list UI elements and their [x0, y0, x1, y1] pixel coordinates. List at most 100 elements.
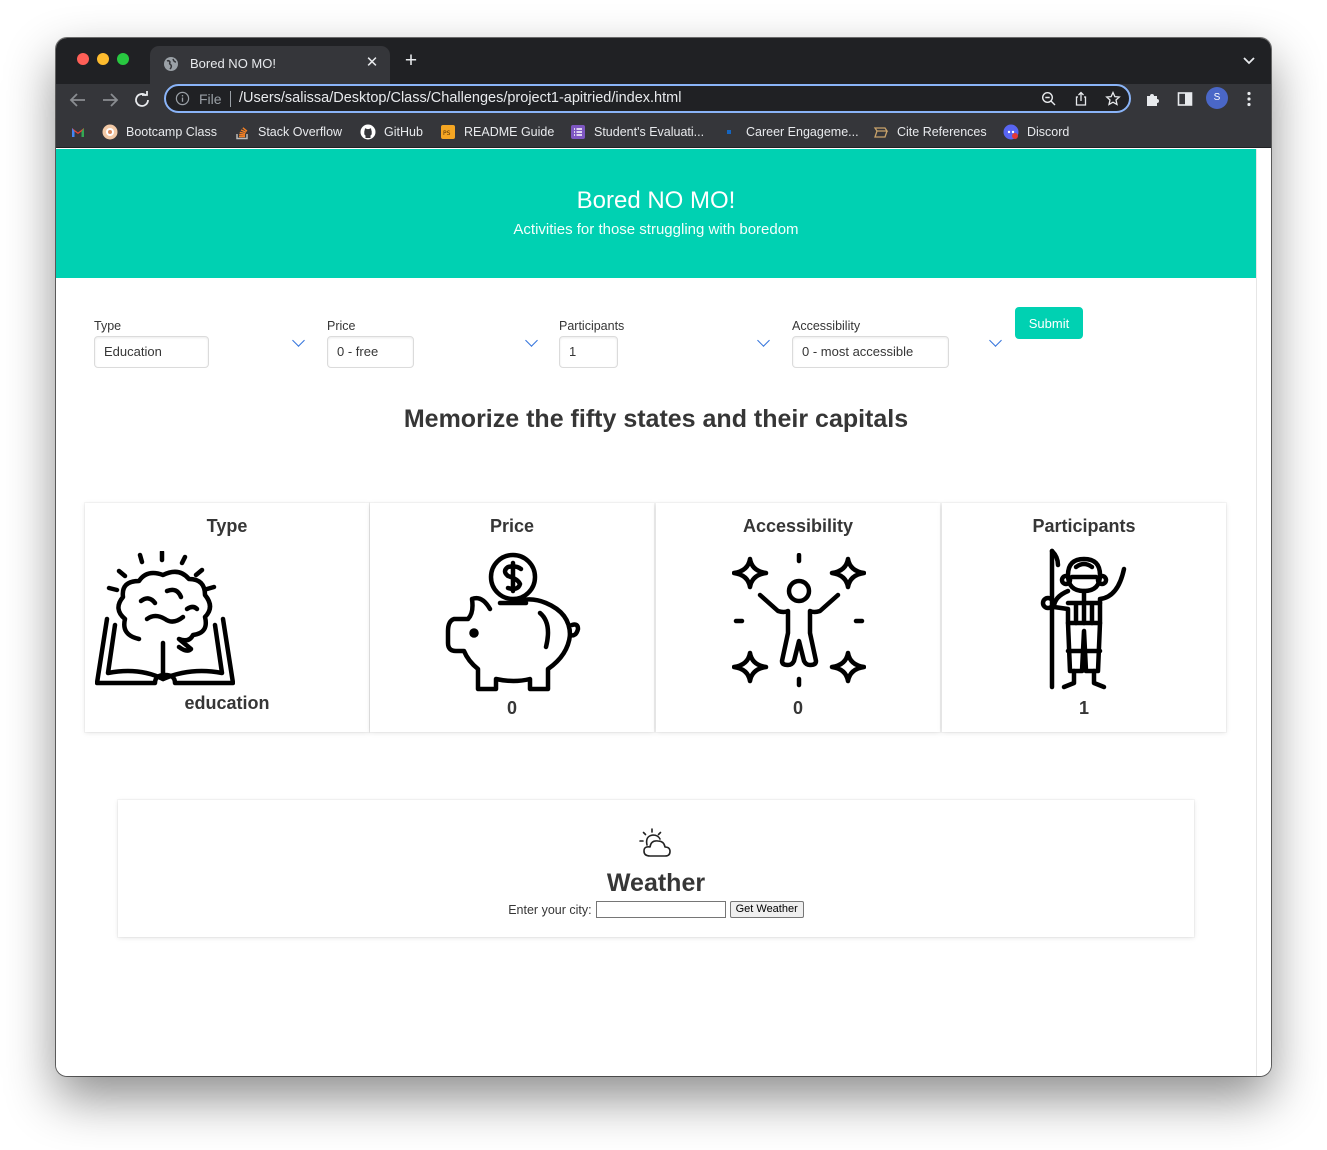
participants-card-value: 1 [1078, 698, 1089, 718]
type-select[interactable]: Education [94, 336, 209, 368]
bookmark-label: Stack Overflow [258, 125, 343, 139]
bookmark-students-evaluation[interactable]: Student's Evaluati... [570, 122, 704, 142]
bookmark-label: Career Engageme... [746, 125, 859, 139]
url-text[interactable]: /Users/salissa/Desktop/Class/Challenges/… [239, 90, 681, 106]
minimize-window-button[interactable] [97, 53, 109, 65]
zoom-out-icon[interactable] [1041, 91, 1057, 107]
tab-close-icon[interactable]: ✕ [362, 53, 382, 73]
svg-text:PS: PS [443, 130, 451, 137]
bookmark-label: GitHub [384, 125, 423, 139]
partly-cloudy-icon [639, 828, 671, 857]
type-card: Type education [85, 503, 369, 732]
address-bar[interactable]: File /Users/salissa/Desktop/Class/Challe… [164, 84, 1131, 113]
info-icon[interactable] [175, 91, 190, 106]
type-card-value: education [184, 693, 270, 713]
astronaut-icon [1040, 548, 1127, 690]
close-window-button[interactable] [77, 53, 89, 65]
tab-title: Bored NO MO! [190, 56, 276, 71]
new-tab-button[interactable]: + [400, 50, 422, 72]
price-card: Price 0 [370, 503, 654, 732]
price-chevron-down-icon[interactable] [525, 334, 538, 347]
hero-banner: Bored NO MO! Activities for those strugg… [56, 149, 1256, 278]
participants-label: Participants [559, 319, 625, 333]
city-label: Enter your city: [508, 902, 592, 917]
bookmark-label: Cite References [897, 125, 987, 139]
bookmark-label: README Guide [464, 125, 555, 139]
tab-strip: Bored NO MO! ✕ + [56, 38, 1271, 84]
more-menu-icon[interactable] [1240, 90, 1258, 108]
profile-avatar[interactable]: S [1206, 87, 1228, 109]
back-arrow-icon[interactable] [67, 89, 89, 111]
tab-bored-no-mo[interactable]: Bored NO MO! ✕ [150, 46, 390, 84]
accessibility-card: Accessibility 0 [656, 503, 940, 732]
price-label: Price [327, 319, 356, 333]
price-field: Price 0 - free [327, 319, 414, 368]
page-subtitle: Activities for those struggling with bor… [513, 221, 799, 238]
career-icon [727, 130, 731, 134]
weather-title: Weather [606, 869, 706, 897]
price-card-value: 0 [506, 698, 517, 718]
globe-icon [164, 57, 178, 71]
price-select[interactable]: 0 - free [327, 336, 414, 368]
github-icon [360, 124, 376, 140]
bootcamp-icon [102, 124, 118, 140]
accessibility-chevron-down-icon[interactable] [989, 334, 1002, 347]
page-title: Bored NO MO! [576, 187, 736, 214]
reload-icon[interactable] [131, 89, 153, 111]
tab-search-chevron-icon[interactable] [1241, 52, 1257, 68]
accessibility-field: Accessibility 0 - most accessible [792, 319, 949, 368]
bookmark-label: Discord [1027, 125, 1070, 139]
accessibility-card-title: Accessibility [742, 516, 854, 536]
browser-window: Bored NO MO! ✕ + File /Users/salissa/Des… [56, 38, 1271, 1076]
share-icon[interactable] [1073, 91, 1089, 107]
participants-select[interactable]: 1 [559, 336, 618, 368]
cite-icon [873, 127, 889, 138]
browser-toolbar: File /Users/salissa/Desktop/Class/Challe… [56, 84, 1271, 117]
type-label: Type [94, 319, 122, 333]
participants-chevron-down-icon[interactable] [757, 334, 770, 347]
type-chevron-down-icon[interactable] [292, 334, 305, 347]
type-field: Type Education [94, 319, 209, 368]
sparkle-person-icon [732, 553, 866, 688]
bookmark-github[interactable]: GitHub [360, 122, 423, 142]
readme-icon: PS [441, 125, 455, 139]
submit-button[interactable]: Submit [1015, 307, 1083, 339]
bookmark-star-icon[interactable] [1105, 91, 1121, 107]
bookmark-bootcamp-class[interactable]: Bootcamp Class [102, 122, 217, 142]
bookmark-cite-references[interactable]: Cite References [873, 122, 987, 142]
bookmark-career-engagement[interactable]: Career Engageme... [722, 122, 859, 142]
gmail-icon [72, 128, 84, 137]
forward-arrow-icon[interactable] [99, 89, 121, 111]
page-viewport: Bored NO MO! Activities for those strugg… [56, 149, 1256, 1076]
bookmark-gmail[interactable] [70, 122, 86, 142]
participants-card: Participants 1 [942, 503, 1226, 732]
url-scheme-label: File [199, 91, 222, 107]
type-card-title: Type [206, 516, 248, 536]
weather-form: Enter your city: Get Weather [118, 901, 1194, 918]
bookmark-label: Student's Evaluati... [594, 125, 705, 139]
bookmark-label: Bootcamp Class [126, 125, 218, 139]
url-separator [230, 91, 231, 107]
accessibility-card-value: 0 [792, 698, 803, 718]
get-weather-button[interactable]: Get Weather [729, 901, 804, 918]
participants-card-title: Participants [1032, 516, 1136, 536]
city-input[interactable] [595, 901, 726, 918]
side-panel-icon[interactable] [1176, 90, 1194, 108]
activity-title: Memorize the fifty states and their capi… [403, 405, 909, 433]
discord-icon [1003, 124, 1019, 140]
accessibility-label: Accessibility [792, 319, 861, 333]
brain-book-icon [95, 551, 235, 686]
bookmarks-bar: Bootcamp Class Stack Overflow GitHub PS … [56, 117, 1271, 148]
accessibility-select[interactable]: 0 - most accessible [792, 336, 949, 368]
extensions-puzzle-icon[interactable] [1144, 90, 1162, 108]
bookmark-stack-overflow[interactable]: Stack Overflow [234, 122, 342, 142]
maximize-window-button[interactable] [117, 53, 129, 65]
page-scrollbar[interactable] [1256, 149, 1271, 1076]
price-card-title: Price [489, 516, 535, 536]
bookmark-readme-guide[interactable]: PS README Guide [440, 122, 554, 142]
participants-field: Participants 1 [559, 319, 624, 368]
stackoverflow-icon [236, 127, 248, 140]
weather-widget: Weather Enter your city: Get Weather [118, 800, 1194, 937]
bookmark-discord[interactable]: Discord [1003, 122, 1069, 142]
forms-icon [571, 125, 585, 139]
